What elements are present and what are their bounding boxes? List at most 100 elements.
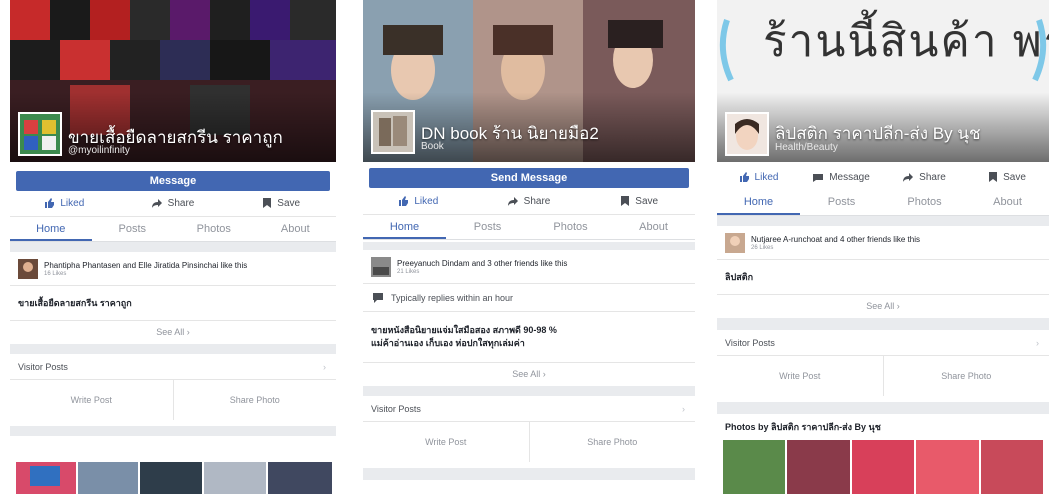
save-label: Save [277,197,301,209]
chevron-right-icon: › [323,362,326,372]
speech-bubble-icon [373,292,383,303]
messenger-icon [813,174,824,182]
tab-photos[interactable]: Photos [529,215,612,239]
visitor-posts-card: Visitor Posts › Write Post Share Photo [717,330,1049,402]
likers-text: Phantipha Phantasen and Elle Jiratida Pi… [44,260,248,270]
chevron-right-icon: › [1036,338,1039,348]
bookmark-icon [263,198,272,208]
write-post-button[interactable]: Write Post [10,380,173,420]
message-button[interactable]: Message [800,166,883,188]
tab-posts[interactable]: Posts [92,217,174,241]
write-post-button[interactable]: Write Post [717,356,883,396]
action-bar: Liked Message Share Save [717,166,1049,188]
thumbs-up-icon [45,198,55,208]
tab-posts[interactable]: Posts [446,215,529,239]
photo-strip[interactable] [717,440,1049,494]
save-button[interactable]: Save [227,192,336,214]
likers-info: Nutjaree A-runchoat and 4 other friends … [751,235,920,251]
profile-picture[interactable] [18,112,62,156]
share-button[interactable]: Share [474,190,585,212]
tab-home[interactable]: Home [363,215,446,239]
visitor-actions: Write Post Share Photo [363,422,695,462]
liked-label: Liked [754,171,779,183]
share-icon [903,173,914,182]
share-photo-button[interactable]: Share Photo [528,422,696,462]
share-photo-button[interactable]: Share Photo [882,356,1049,396]
page-title: DN book ร้าน นิยายมือ2 [421,124,599,143]
liked-button[interactable]: Liked [10,192,119,214]
visitor-posts-title: Visitor Posts [18,362,68,372]
cover-photo[interactable]: ขายเสื้อยืดลายสกรีน ราคาถูก @myoilinfini… [10,0,336,162]
tab-home[interactable]: Home [10,217,92,241]
share-label: Share [919,171,946,183]
visitor-posts-header[interactable]: Visitor Posts › [717,330,1049,356]
see-all-link[interactable]: See All › [717,294,1049,316]
share-label: Share [523,195,551,207]
liked-label: Liked [60,197,85,209]
bookmark-icon [621,196,630,206]
photo-thumbnail[interactable] [916,440,979,494]
tab-bar: Home Posts Photos About [363,214,695,240]
about-card: Phantipha Phantasen and Elle Jiratida Pi… [10,252,336,344]
cover-photo[interactable]: ร้านนี้สินค้า พร้อมส่ง ลิปสติก ราคาปลีก-… [717,0,1049,162]
save-label: Save [635,195,659,207]
photo-thumbnail[interactable] [851,440,915,494]
tab-about[interactable]: About [612,215,695,239]
response-time-text: Typically replies within an hour [391,292,514,303]
cover-photo[interactable]: DN book ร้าน นิยายมือ2 Book [363,0,695,162]
photo-thumbnail[interactable] [723,440,786,494]
response-time: Typically replies within an hour [363,284,695,312]
friend-avatar [371,256,391,277]
about-card: Preeyanuch Dindam and 3 other friends li… [363,250,695,386]
likers-row[interactable]: Preeyanuch Dindam and 3 other friends li… [363,250,695,284]
photos-card: Photos by ลิปสติก ราคาปลีก-ส่ง By นุช [717,414,1049,494]
bookmark-icon [989,172,998,182]
likers-text: Preeyanuch Dindam and 3 other friends li… [397,258,568,268]
visitor-posts-title: Visitor Posts [371,404,421,414]
visitor-posts-header[interactable]: Visitor Posts › [10,354,336,380]
visitor-posts-header[interactable]: Visitor Posts › [363,396,695,422]
page-category: Book [421,141,444,152]
share-button[interactable]: Share [883,166,966,188]
tab-home[interactable]: Home [717,190,800,215]
liked-button[interactable]: Liked [363,190,474,212]
message-button[interactable]: Message [16,171,330,191]
write-post-button[interactable]: Write Post [363,422,529,462]
share-photo-button[interactable]: Share Photo [172,380,337,420]
likes-count: 21 Likes [397,268,420,275]
profile-picture[interactable] [371,110,415,154]
visitor-posts-title: Visitor Posts [725,338,775,348]
description-line: ขายหนังสือนิยายแจ่มใสมือสอง สภาพดี 90-98… [371,325,557,335]
tab-photos[interactable]: Photos [883,190,966,215]
share-label: Share [167,197,195,209]
profile-picture[interactable] [725,112,769,156]
tab-about[interactable]: About [255,217,337,241]
tab-about[interactable]: About [966,190,1049,215]
see-all-label: See All [512,369,541,379]
share-button[interactable]: Share [119,192,228,214]
liked-button[interactable]: Liked [717,166,800,188]
likers-row[interactable]: Nutjaree A-runchoat and 4 other friends … [717,226,1049,260]
tab-posts[interactable]: Posts [800,190,883,215]
photo-strip[interactable] [10,436,336,494]
page-description: ขายเสื้อยืดลายสกรีน ราคาถูก [18,298,132,308]
tab-bar: Home Posts Photos About [10,216,336,242]
likers-text: Nutjaree A-runchoat and 4 other friends … [751,234,920,244]
description-line: แม่ค้าอ่านเอง เก็บเอง ห่อปกใสทุกเล่มค่า [371,338,525,348]
send-message-button[interactable]: Send Message [369,168,689,188]
photo-thumbnail[interactable] [980,440,1044,494]
chevron-right-icon: › [896,301,900,311]
friend-avatar [725,232,745,253]
see-all-link[interactable]: See All › [363,362,695,384]
page-header: Send Message Liked Share Save Home Posts… [363,162,695,242]
save-button[interactable]: Save [966,166,1049,188]
message-label: Message [829,171,870,183]
liked-label: Liked [414,195,439,207]
tab-photos[interactable]: Photos [173,217,255,241]
likers-row[interactable]: Phantipha Phantasen and Elle Jiratida Pi… [10,252,336,286]
photos-header[interactable]: Photos by ลิปสติก ราคาปลีก-ส่ง By นุช [717,414,1049,440]
profile-image [20,114,60,154]
see-all-link[interactable]: See All › [10,320,336,342]
photo-thumbnail[interactable] [787,440,850,494]
save-button[interactable]: Save [584,190,695,212]
